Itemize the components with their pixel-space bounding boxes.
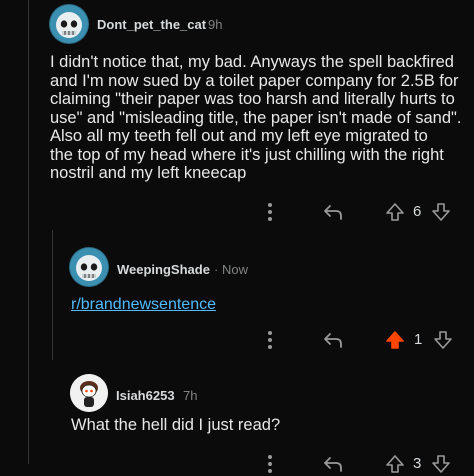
more-vertical-icon xyxy=(268,455,272,473)
reply-icon xyxy=(324,205,342,220)
downvote-button[interactable] xyxy=(432,328,454,352)
vote-count: 6 xyxy=(413,203,422,220)
subreddit-link[interactable]: r/brandnewsentence xyxy=(71,296,216,314)
comment-line: nostril and my left kneecap xyxy=(50,164,247,182)
skull-astronaut-icon xyxy=(70,248,108,286)
comment-actions: 1 xyxy=(0,328,474,352)
reply-icon xyxy=(324,457,342,472)
more-options-button[interactable] xyxy=(262,200,278,224)
vote-count: 1 xyxy=(414,331,423,348)
snoo-avatar-icon xyxy=(70,374,108,412)
username[interactable]: WeepingShade xyxy=(117,262,210,277)
timestamp: 7h xyxy=(183,388,198,403)
upvote-button[interactable] xyxy=(384,452,406,476)
comment-line: and I'm now sued by a toilet paper compa… xyxy=(50,71,459,90)
comment-actions: 6 xyxy=(0,200,474,224)
downvote-button[interactable] xyxy=(430,200,452,224)
comment-line: the top of my head where it's just chill… xyxy=(50,145,444,164)
more-options-button[interactable] xyxy=(262,328,278,352)
upvote-icon xyxy=(386,203,404,221)
username[interactable]: Dont_pet_the_cat xyxy=(97,17,206,32)
comment-line: I didn't notice that, my bad. Anyways th… xyxy=(50,53,454,71)
downvote-icon xyxy=(434,331,452,349)
timestamp-separator: · xyxy=(214,262,219,277)
comment-line: Also all my teeth fell out and my left e… xyxy=(50,127,428,145)
more-options-button[interactable] xyxy=(262,452,278,476)
comment-actions: 3 xyxy=(0,452,474,476)
upvote-active-icon xyxy=(386,331,404,349)
upvote-icon xyxy=(386,455,404,473)
comment-body: What the hell did I just read? xyxy=(71,416,281,434)
reply-icon xyxy=(324,333,342,348)
avatar[interactable] xyxy=(49,4,89,44)
comment-body: I didn't notice that, my bad. Anyways th… xyxy=(50,53,470,183)
username[interactable]: Isiah6253 xyxy=(116,388,175,403)
comment-line: claiming "their paper was too harsh and … xyxy=(50,90,455,108)
reply-button[interactable] xyxy=(320,328,346,352)
avatar[interactable] xyxy=(70,374,108,412)
downvote-icon xyxy=(432,203,450,221)
more-vertical-icon xyxy=(268,203,272,221)
thread-line-root xyxy=(28,0,29,464)
more-vertical-icon xyxy=(268,331,272,349)
upvote-button[interactable] xyxy=(384,200,406,224)
reply-button[interactable] xyxy=(320,200,346,224)
upvote-button[interactable] xyxy=(384,328,406,352)
avatar[interactable] xyxy=(69,247,109,287)
timestamp: 9h xyxy=(208,17,223,32)
reply-button[interactable] xyxy=(320,452,346,476)
skull-astronaut-icon xyxy=(50,5,88,43)
comment-line: use" and "misleading title, the paper is… xyxy=(50,108,462,127)
downvote-icon xyxy=(432,455,450,473)
downvote-button[interactable] xyxy=(430,452,452,476)
timestamp: Now xyxy=(222,262,249,277)
